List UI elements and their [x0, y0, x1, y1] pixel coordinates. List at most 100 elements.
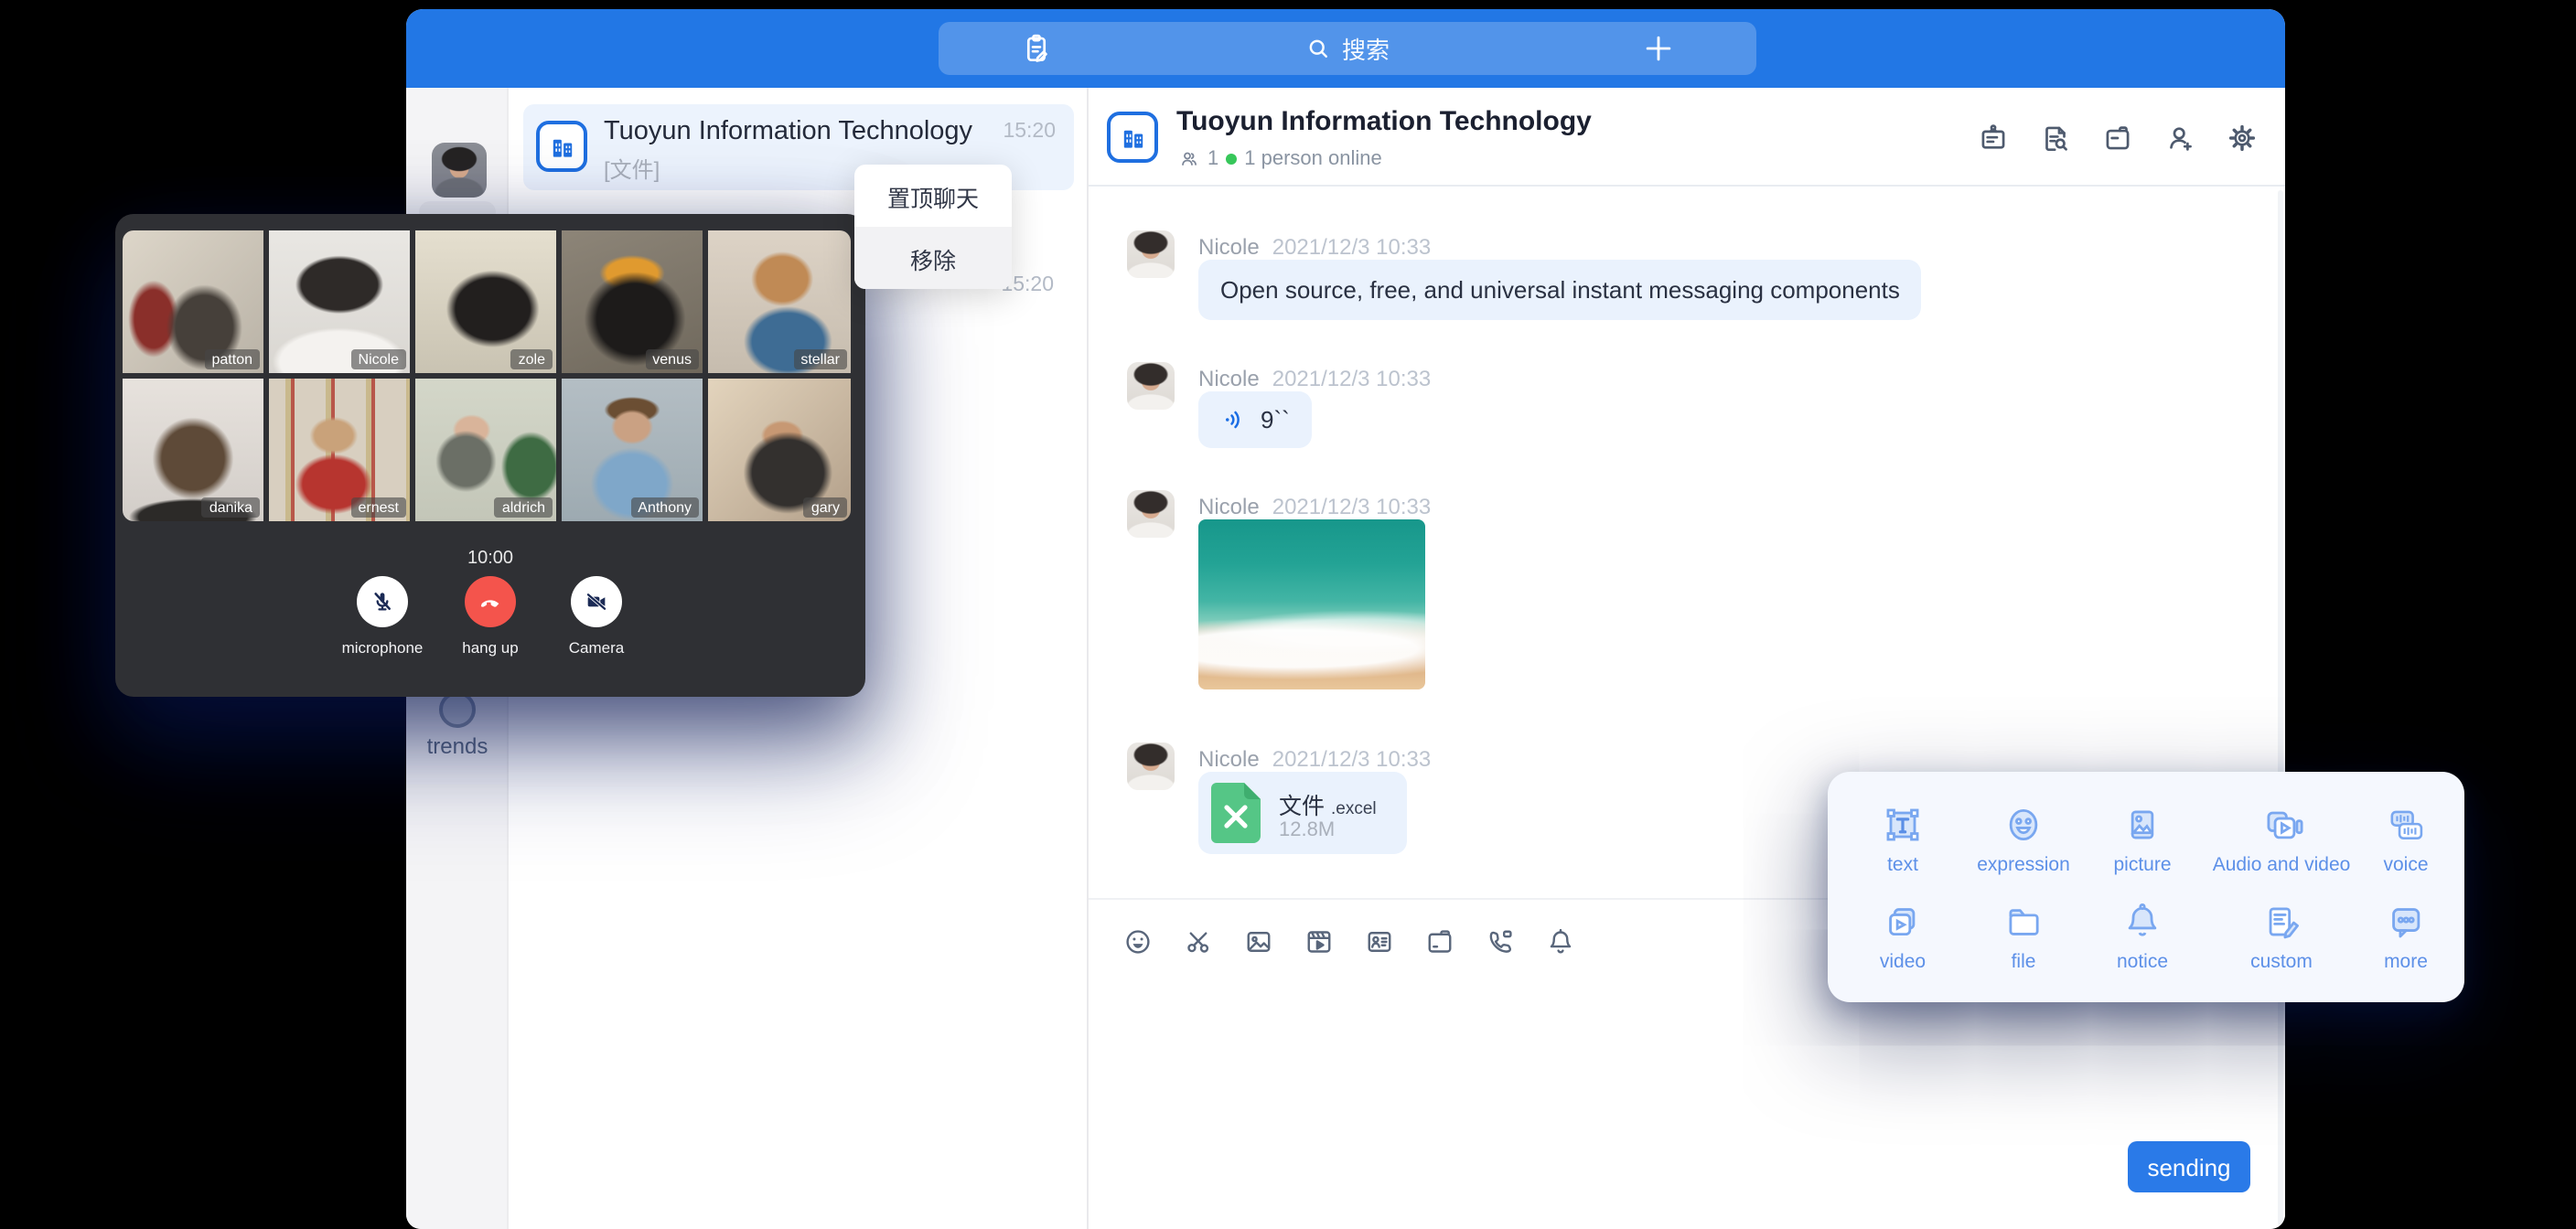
participant-name: gary — [804, 497, 847, 518]
online-status: 1 person online — [1244, 148, 1381, 170]
text-message-bubble[interactable]: Open source, free, and universal instant… — [1198, 260, 1922, 320]
video-tile: aldrich — [415, 379, 556, 521]
feature-more[interactable]: more — [2366, 887, 2446, 984]
trends-icon — [439, 691, 476, 728]
participant-name: venus — [645, 349, 699, 369]
trends-label: trends — [406, 733, 509, 759]
hang-up-button[interactable] — [465, 576, 516, 627]
chat-panel: Tuoyun Information Technology 1 1 person… — [1089, 88, 2285, 1229]
current-user-avatar[interactable] — [432, 143, 487, 198]
avatar[interactable] — [1127, 230, 1175, 278]
feature-panel: text expression picture — [1828, 772, 2464, 1002]
camera-off-button[interactable] — [571, 576, 622, 627]
announcement-icon[interactable] — [1976, 121, 2011, 155]
participant-name: danika — [202, 497, 260, 518]
picture-frame-icon — [2119, 801, 2166, 849]
member-count: 1 — [1208, 148, 1218, 170]
video-tile: gary — [708, 379, 851, 521]
feature-text[interactable]: text — [1846, 790, 1959, 887]
feature-picture[interactable]: picture — [2088, 790, 2197, 887]
video-play-icon — [1879, 898, 1927, 946]
video-tile: patton — [123, 230, 263, 373]
avatar[interactable] — [1127, 490, 1175, 538]
audio-message-bubble[interactable]: 9`` — [1198, 391, 1312, 448]
video-tile: zole — [415, 230, 556, 373]
context-menu: 置顶聊天 移除 — [854, 165, 1012, 289]
conversation-time: 15:20 — [1003, 121, 1056, 143]
feature-custom[interactable]: custom — [2197, 887, 2366, 984]
chat-scrollbar[interactable] — [2278, 190, 2283, 1225]
menu-item-pin-chat[interactable]: 置顶聊天 — [854, 165, 1012, 227]
members-icon — [1178, 148, 1200, 170]
conversation-title: Tuoyun Information Technology — [604, 117, 972, 146]
camera-slash-icon — [582, 587, 611, 616]
call-timer: 10:00 — [115, 549, 865, 569]
feature-notice[interactable]: notice — [2088, 887, 2197, 984]
feature-expression[interactable]: expression — [1959, 790, 2088, 887]
avatar[interactable] — [1127, 743, 1175, 790]
file-manager-icon[interactable] — [2100, 121, 2135, 155]
participant-name: stellar — [793, 349, 847, 369]
video-tile: stellar — [708, 230, 851, 373]
feature-voice[interactable]: voice — [2366, 790, 2446, 887]
camera-label: Camera — [532, 638, 660, 657]
hang-up-phone-icon — [476, 587, 505, 616]
video-clapper-icon[interactable] — [1303, 924, 1336, 957]
search-bar[interactable]: 搜索 — [939, 22, 1756, 75]
send-button[interactable]: sending — [2128, 1141, 2250, 1192]
sidebar-item-trends[interactable]: trends — [406, 691, 509, 759]
company-logo-icon — [536, 121, 587, 172]
file-name: 文件 .excel — [1279, 786, 1377, 821]
voice-bubbles-icon — [2382, 801, 2430, 849]
message-input-area[interactable]: sending — [1089, 982, 2285, 1229]
feature-file[interactable]: file — [1959, 887, 2088, 984]
more-bubble-icon — [2382, 898, 2430, 946]
expression-smiley-icon — [2000, 801, 2047, 849]
file-folder-icon[interactable] — [1423, 924, 1456, 957]
search-icon — [1305, 35, 1333, 62]
conversation-preview: [文件] — [604, 154, 660, 185]
chat-header: Tuoyun Information Technology 1 1 person… — [1089, 88, 2285, 187]
chat-company-logo-icon — [1107, 112, 1158, 163]
plus-icon[interactable] — [1641, 31, 1676, 66]
notification-bell-icon[interactable] — [1544, 924, 1577, 957]
screenshot-scissors-icon[interactable] — [1182, 924, 1215, 957]
chat-history-search-icon[interactable] — [2038, 121, 2073, 155]
video-tile: Anthony — [562, 379, 703, 521]
add-member-icon[interactable] — [2163, 121, 2197, 155]
emoji-icon[interactable] — [1122, 924, 1154, 957]
menu-item-remove[interactable]: 移除 — [854, 227, 1012, 289]
video-tile: ernest — [269, 379, 410, 521]
mic-slash-icon — [368, 587, 397, 616]
image-message-beach[interactable] — [1198, 519, 1425, 689]
custom-doc-pen-icon — [2258, 898, 2305, 946]
microphone-mute-button[interactable] — [357, 576, 408, 627]
search-placeholder: 搜索 — [1342, 31, 1390, 66]
video-call-phone-icon[interactable] — [1484, 924, 1517, 957]
participant-name: Nicole — [351, 349, 406, 369]
file-message-bubble[interactable]: 文件 .excel 12.8M — [1198, 772, 1407, 854]
contact-card-icon[interactable] — [1363, 924, 1396, 957]
picture-icon[interactable] — [1242, 924, 1275, 957]
text-frame-icon — [1879, 801, 1927, 849]
top-bar: 搜索 — [406, 9, 2285, 88]
audio-video-icon — [2258, 801, 2305, 849]
audio-wave-icon — [1220, 406, 1248, 433]
participant-name: zole — [511, 349, 553, 369]
avatar[interactable] — [1127, 362, 1175, 410]
excel-file-icon — [1211, 783, 1261, 843]
feature-video[interactable]: video — [1846, 887, 1959, 984]
notice-bell-icon — [2119, 898, 2166, 946]
video-tile: venus — [562, 230, 703, 373]
feature-audio-video[interactable]: Audio and video — [2197, 790, 2366, 887]
message-meta: Nicole2021/12/3 10:33 — [1198, 494, 1431, 519]
participant-name: Anthony — [630, 497, 699, 518]
settings-gear-icon[interactable] — [2225, 121, 2259, 155]
participant-name: patton — [205, 349, 261, 369]
message-meta: Nicole2021/12/3 10:33 — [1198, 366, 1431, 391]
search-field[interactable]: 搜索 — [939, 22, 1756, 75]
participant-name: ernest — [351, 497, 406, 518]
video-call-overlay: patton Nicole zole venus stellar danika … — [115, 214, 865, 697]
file-folder-outline-icon — [2000, 898, 2047, 946]
page-title: Tuoyun Information Technology — [1176, 106, 1592, 137]
